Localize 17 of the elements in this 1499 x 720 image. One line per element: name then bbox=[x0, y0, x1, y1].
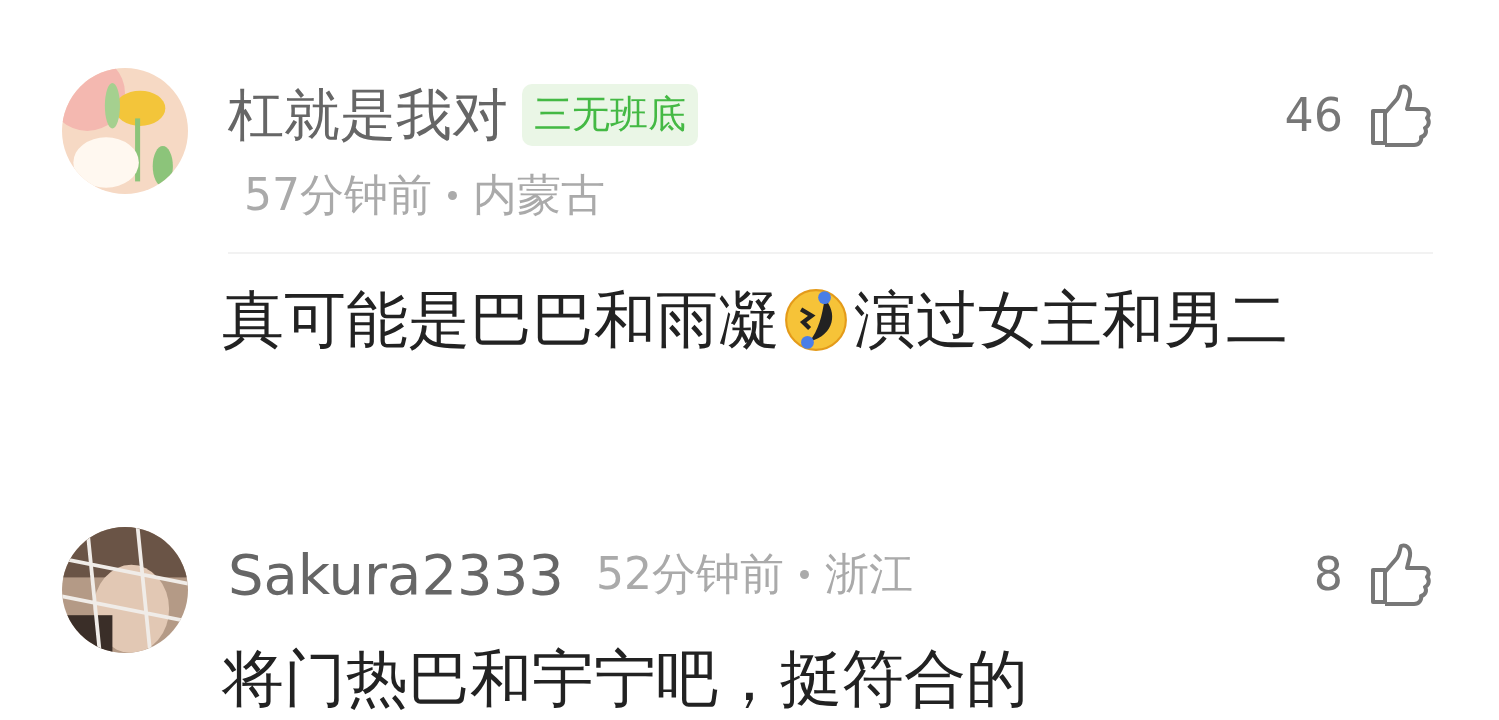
like-count: 8 bbox=[1313, 547, 1343, 602]
comment-text: 将门热巴和宇宁吧，挺符合的 bbox=[222, 643, 1028, 715]
separator-dot bbox=[799, 569, 809, 579]
comment-time: 57分钟前 bbox=[244, 167, 432, 222]
comment-location: 内蒙古 bbox=[473, 167, 605, 222]
comment-location: 浙江 bbox=[824, 546, 913, 601]
laughing-emoji-icon bbox=[784, 287, 848, 352]
comment-text: 真可能是巴巴和雨凝 bbox=[222, 284, 780, 356]
separator-dot bbox=[448, 190, 457, 200]
like-count: 46 bbox=[1284, 88, 1343, 142]
user-badge: 三无班底 bbox=[522, 84, 698, 146]
comment-time: 52分钟前 bbox=[595, 546, 784, 601]
username[interactable]: 杠就是我对 bbox=[228, 84, 508, 146]
comment-text: 演过女主和男二 bbox=[854, 284, 1288, 356]
thumbs-up-icon[interactable] bbox=[1369, 542, 1433, 607]
username[interactable]: Sakura2333 bbox=[228, 543, 564, 606]
thumbs-up-icon[interactable] bbox=[1369, 83, 1433, 147]
